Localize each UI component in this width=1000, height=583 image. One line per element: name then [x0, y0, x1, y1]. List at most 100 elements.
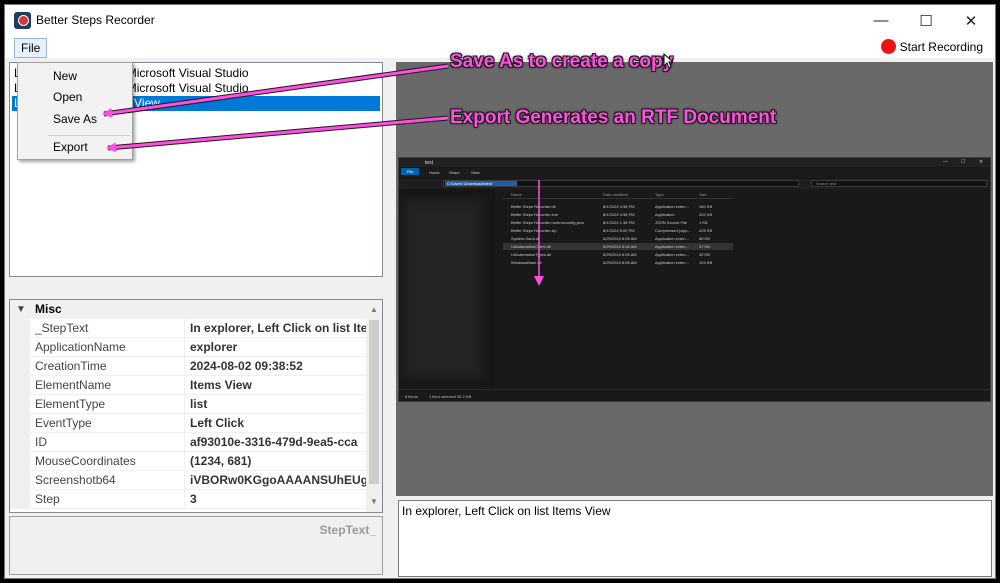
start-recording-button[interactable]: Start Recording	[880, 39, 983, 54]
property-value[interactable]: (1234, 681)	[190, 452, 367, 471]
minimize-button[interactable]: —	[858, 5, 904, 36]
property-value[interactable]: iVBORw0KGgoAAAANSUhEUgA	[190, 471, 367, 490]
screenshot-close-icon: ✕	[979, 159, 984, 165]
file-dropdown-menu: New Open Save As Export	[17, 62, 133, 160]
property-row[interactable]: ElementName Items View	[10, 376, 367, 395]
property-gutter	[10, 490, 30, 509]
screenshot-file-cell: 66 KB	[699, 236, 710, 241]
screenshot-status-selected: 1 item selected 36.2 KB	[429, 394, 472, 399]
close-button[interactable]: ✕	[948, 5, 994, 36]
scroll-up-icon[interactable]: ▲	[366, 302, 382, 318]
property-name: Step	[35, 490, 185, 509]
step-text-box[interactable]: In explorer, Left Click on list Items Vi…	[398, 500, 992, 577]
property-value[interactable]: Items View	[190, 376, 367, 395]
screenshot-window-title: test	[425, 160, 434, 166]
property-value[interactable]: af93010e-3316-479d-9ea5-cca	[190, 433, 367, 452]
scroll-down-icon[interactable]: ▼	[366, 494, 382, 510]
screenshot-nav-pane	[399, 189, 495, 387]
screenshot-file-list: Better Steps Recorder.dll 8/1/2024 4:36 P…	[503, 203, 733, 273]
property-gutter	[10, 471, 30, 490]
screenshot-path-text: C:\Users \Downloads\test	[445, 181, 517, 186]
screenshot-path: C:\Users \Downloads\test	[443, 180, 799, 187]
screenshot-blurred-region	[403, 199, 483, 379]
record-icon	[880, 39, 896, 54]
screenshot-tab: Home	[429, 170, 440, 175]
property-gutter	[10, 395, 30, 414]
screenshot-file-cell: Application exten...	[655, 204, 689, 209]
screenshot-address-bar: C:\Users \Downloads\test Search test	[399, 179, 990, 189]
property-grid[interactable]: ▼ Misc _StepText In explorer, Left Click …	[9, 299, 383, 513]
property-row[interactable]: ApplicationName explorer	[10, 338, 367, 357]
screenshot-file-cell: 5/29/2024 6:06 AM	[603, 252, 637, 257]
menu-separator	[48, 135, 130, 136]
scrollbar-thumb[interactable]	[369, 320, 379, 484]
menu-item-save-as[interactable]: Save As	[20, 109, 130, 129]
screenshot-file-cell: Better Steps Recorder.zip	[511, 228, 557, 233]
property-gutter	[10, 433, 30, 452]
property-gutter	[10, 414, 30, 433]
screenshot-file-cell: Compressed (zipp...	[655, 228, 691, 233]
screenshot-file-cell: UIAutomationClient.dll	[511, 244, 551, 249]
property-row[interactable]: Screenshotb64 iVBORw0KGgoAAAANSUhEUgA	[10, 471, 367, 490]
screenshot-file-row: WindowsBase.dll 5/29/2024 6:06 AM Applicat…	[503, 259, 733, 266]
screenshot-file-cell: Better Steps Recorder.exe	[511, 212, 558, 217]
property-name: ID	[35, 433, 185, 452]
property-grid-scrollbar[interactable]: ▲ ▼	[366, 300, 382, 512]
category-label: Misc	[35, 302, 62, 316]
chevron-down-icon[interactable]: ▼	[16, 300, 26, 319]
property-row[interactable]: MouseCoordinates (1234, 681)	[10, 452, 367, 471]
property-name: EventType	[35, 414, 185, 433]
app-logo-icon	[14, 12, 31, 29]
screenshot-file-cell: 225 KB	[699, 228, 713, 233]
property-name: CreationTime	[35, 357, 185, 376]
annotation-save-as: Save As to create a copy	[450, 51, 674, 72]
property-row[interactable]: _StepText In explorer, Left Click on list…	[10, 319, 367, 338]
property-description: StepText_	[9, 516, 383, 575]
category-misc[interactable]: ▼ Misc	[10, 300, 367, 319]
menu-item-export[interactable]: Export	[20, 137, 130, 157]
property-row[interactable]: CreationTime 2024-08-02 09:38:52	[10, 357, 367, 376]
property-row[interactable]: ID af93010e-3316-479d-9ea5-cca	[10, 433, 367, 452]
screenshot-file-cell: 8/1/2024 4:36 PM	[603, 212, 635, 217]
screenshot-status-bar: 8 items 1 item selected 36.2 KB	[399, 389, 990, 401]
screenshot-file-cell: UIAutomationTypes.dll	[511, 252, 552, 257]
property-value[interactable]: 2024-08-02 09:38:52	[190, 357, 367, 376]
property-value[interactable]: 3	[190, 490, 367, 509]
annotation-export: Export Generates an RTF Document	[450, 107, 777, 128]
screenshot-image: test — ☐ ✕ File Home Share View C:\Users…	[398, 157, 991, 402]
title-bar: Better Steps Recorder — ☐ ✕	[5, 5, 995, 36]
property-value[interactable]: In explorer, Left Click on list Items Vi…	[190, 319, 367, 338]
screenshot-file-cell: JSON Source File	[655, 220, 688, 225]
property-value[interactable]: Left Click	[190, 414, 367, 433]
screenshot-file-row: Better Steps Recorder.zip 8/1/2024 5:00 P…	[503, 227, 733, 234]
screenshot-file-cell: WindowsBase.dll	[511, 260, 542, 265]
property-value[interactable]: list	[190, 395, 367, 414]
screenshot-maximize-icon: ☐	[961, 159, 966, 165]
property-name: _StepText	[35, 319, 185, 338]
menu-item-open[interactable]: Open	[20, 87, 130, 107]
screenshot-file-cell: Application exten...	[655, 260, 689, 265]
property-gutter	[10, 376, 30, 395]
screenshot-file-cell: Application	[655, 212, 675, 217]
property-row[interactable]: ElementType list	[10, 395, 367, 414]
screenshot-file-row: Better Steps Recorder.exe 8/1/2024 4:36 P…	[503, 211, 733, 218]
property-value[interactable]: explorer	[190, 338, 367, 357]
screenshot-file-cell: Application exten...	[655, 252, 689, 257]
screenshot-column: Date modified	[603, 192, 628, 197]
screenshot-tab: Share	[449, 170, 460, 175]
menu-item-new[interactable]: New	[20, 66, 130, 86]
screenshot-column: Name	[511, 192, 522, 197]
screenshot-column-headers: Name Date modified Type Size	[503, 192, 733, 199]
screenshot-file-cell: Better Steps Recorder.runtimeconfig.json	[511, 220, 584, 225]
screenshot-file-row: UIAutomationTypes.dll 5/29/2024 6:06 AM Ap…	[503, 251, 733, 258]
file-menu[interactable]: File	[14, 38, 48, 58]
screenshot-column: Size	[699, 192, 707, 197]
property-row[interactable]: Step 3	[10, 490, 367, 509]
maximize-button[interactable]: ☐	[903, 5, 949, 36]
screenshot-status-items: 8 items	[405, 394, 418, 399]
screenshot-titlebar: test — ☐ ✕	[399, 158, 990, 167]
property-row[interactable]: EventType Left Click	[10, 414, 367, 433]
screenshot-file-cell: 5/29/2024 6:06 AM	[603, 244, 637, 249]
screenshot-ribbon: File Home Share View	[399, 168, 990, 177]
start-recording-label: Start Recording	[899, 39, 983, 54]
